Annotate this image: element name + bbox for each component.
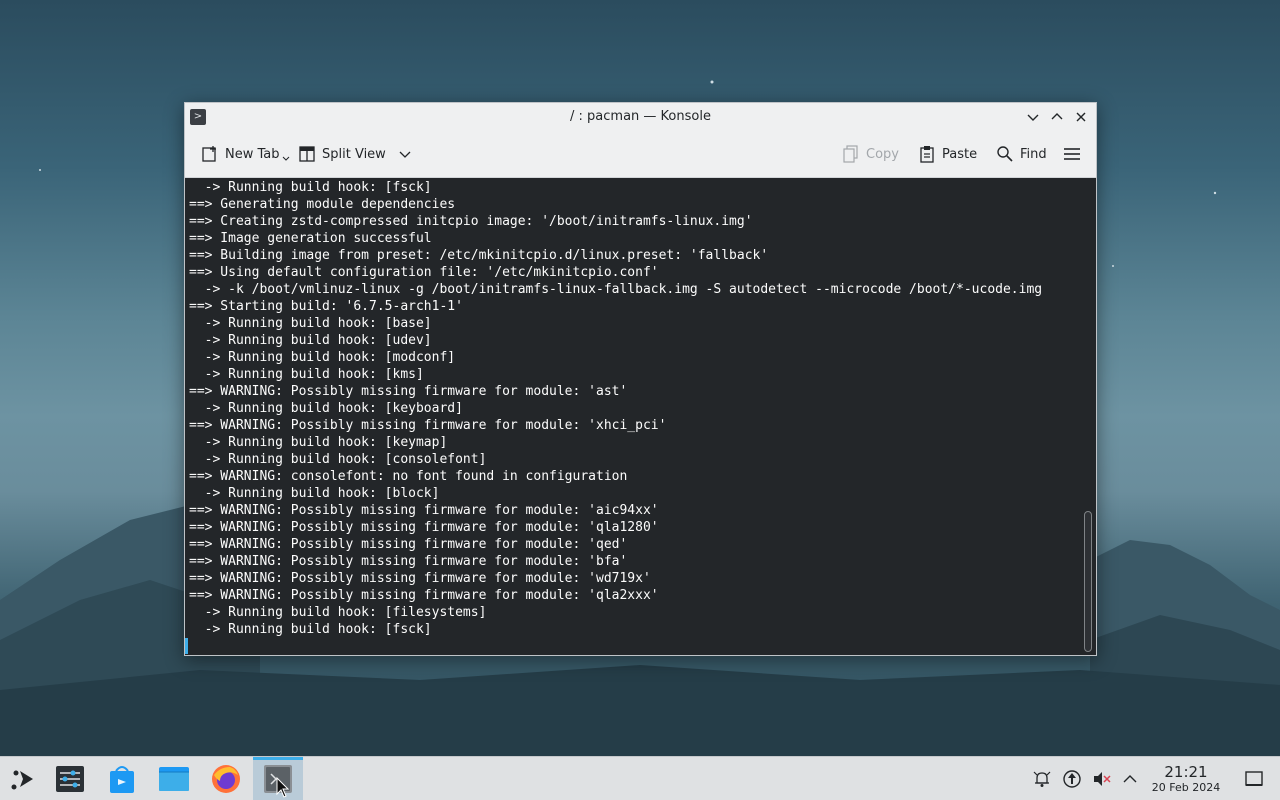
terminal-line: ==> WARNING: Possibly missing firmware f… [189,384,628,399]
clock-date[interactable]: 20 Feb 2024 [1146,781,1226,794]
hamburger-menu-button[interactable] [1063,143,1081,165]
terminal-line: -> Running build hook: [udev] [189,333,432,348]
terminal-line: -> Running build hook: [kms] [189,367,424,382]
terminal-line: ==> WARNING: Possibly missing firmware f… [189,554,628,569]
paste-label: Paste [942,146,978,162]
split-view-icon [299,146,315,162]
terminal-line: ==> Creating zstd-compressed initcpio im… [189,214,753,229]
tray-expand-button[interactable] [1120,769,1140,789]
copy-icon [843,145,858,163]
terminal-cursor [185,638,188,654]
minimize-button[interactable] [1023,107,1043,127]
terminal-line: ==> Starting build: '6.7.5-arch1-1' [189,299,463,314]
terminal-line: -> Running build hook: [keymap] [189,435,448,450]
split-view-button[interactable]: Split View [298,143,412,165]
terminal-line: -> Running build hook: [fsck] [189,180,432,195]
paste-icon [920,146,934,163]
copy-label: Copy [866,146,899,162]
find-label: Find [1020,146,1047,162]
terminal-output[interactable]: -> Running build hook: [fsck] ==> Generat… [185,178,1096,655]
konsole-window[interactable]: > / : pacman — Konsole New Tab Split Vie… [184,102,1097,656]
terminal-line: -> -k /boot/vmlinuz-linux -g /boot/initr… [189,282,1043,297]
terminal-scrollbar[interactable] [1084,180,1092,652]
dolphin-button[interactable] [158,763,190,795]
hamburger-menu-icon [1064,148,1080,160]
application-launcher-icon [11,770,33,790]
terminal-line: ==> WARNING: Possibly missing firmware f… [189,520,659,535]
firefox-icon [212,765,240,793]
notifications-icon [1033,771,1051,787]
discover-icon [110,766,134,793]
scrollbar-thumb[interactable] [1084,511,1092,652]
terminal-line: -> Running build hook: [modconf] [189,350,456,365]
new-tab-button[interactable]: New Tab [201,143,290,165]
chevron-up-icon [1051,113,1063,120]
title-bar[interactable]: > / : pacman — Konsole [185,103,1096,131]
notifications-button[interactable] [1032,769,1052,789]
terminal-line: ==> WARNING: Possibly missing firmware f… [189,588,659,603]
application-launcher-button[interactable] [6,763,38,795]
chevron-down-icon [1027,114,1039,121]
clock-time[interactable]: 21:21 [1146,763,1226,781]
dropdown-indicator-icon [282,156,289,161]
new-tab-label: New Tab [225,146,280,162]
taskbar: 21:21 20 Feb 2024 [0,756,1280,800]
firefox-button[interactable] [210,763,242,795]
discover-button[interactable] [106,763,138,795]
show-desktop-icon [1245,771,1263,786]
maximize-button[interactable] [1047,107,1067,127]
terminal-line: -> Running build hook: [filesystems] [189,605,487,620]
network-icon [1063,770,1081,788]
terminal-line: ==> Generating module dependencies [189,197,456,212]
network-button[interactable] [1062,769,1082,789]
terminal-line: -> Running build hook: [block] [189,486,440,501]
terminal-line: ==> Using default configuration file: '/… [189,265,659,280]
volume-muted-icon [1094,772,1111,786]
terminal-line: ==> WARNING: Possibly missing firmware f… [189,418,667,433]
terminal-lines: -> Running build hook: [fsck] ==> Generat… [189,179,1042,638]
chevron-down-icon [399,151,411,158]
system-settings-button[interactable] [54,763,86,795]
folder-icon [159,767,189,791]
copy-button[interactable]: Copy [842,143,899,165]
new-tab-icon [202,146,216,162]
terminal-line: ==> Building image from preset: /etc/mki… [189,248,769,263]
terminal-line: ==> WARNING: Possibly missing firmware f… [189,571,651,586]
split-view-label: Split View [322,146,386,162]
terminal-line: ==> WARNING: consolefont: no font found … [189,469,628,484]
volume-button[interactable] [1092,769,1112,789]
toolbar: New Tab Split View Copy Paste Find [185,131,1096,178]
close-button[interactable] [1071,107,1091,127]
find-button[interactable]: Find [996,143,1047,165]
terminal-line: -> Running build hook: [fsck] [189,622,432,637]
chevron-up-icon [1123,775,1137,783]
terminal-line: ==> WARNING: Possibly missing firmware f… [189,537,628,552]
show-desktop-button[interactable] [1244,769,1264,789]
terminal-line: -> Running build hook: [consolefont] [189,452,487,467]
mouse-pointer-icon [276,777,290,798]
close-icon [1076,112,1086,122]
terminal-line: -> Running build hook: [base] [189,316,432,331]
paste-button[interactable]: Paste [918,143,977,165]
terminal-line: ==> Image generation successful [189,231,432,246]
terminal-line: ==> WARNING: Possibly missing firmware f… [189,503,659,518]
system-settings-icon [56,766,84,792]
terminal-line: -> Running build hook: [keyboard] [189,401,463,416]
window-title: / : pacman — Konsole [570,109,711,124]
search-icon [997,146,1013,162]
